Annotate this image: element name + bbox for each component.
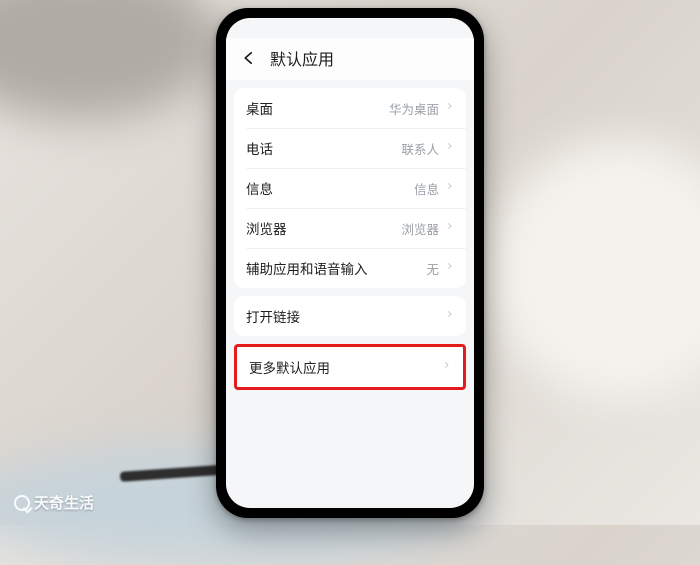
row-value: 无 (426, 259, 439, 278)
phone-frame: 默认应用 桌面 华为桌面 电话 联系人 (216, 8, 484, 518)
chevron-right-icon (445, 219, 454, 237)
row-phone[interactable]: 电话 联系人 (234, 128, 466, 168)
row-label: 浏览器 (246, 218, 287, 238)
row-more-default-apps[interactable]: 更多默认应用 (237, 347, 463, 387)
chevron-right-icon (445, 99, 454, 117)
chevron-right-icon (442, 358, 451, 376)
row-value: 联系人 (401, 139, 439, 158)
app-header: 默认应用 (226, 38, 474, 80)
row-value: 浏览器 (401, 219, 439, 238)
row-label: 信息 (246, 178, 273, 198)
row-label: 电话 (246, 138, 273, 158)
watermark: 天奇生活 (14, 492, 94, 513)
row-label: 桌面 (246, 98, 273, 118)
watermark-icon (14, 495, 30, 511)
row-assistant-voice[interactable]: 辅助应用和语音输入 无 (234, 248, 466, 288)
row-value: 信息 (414, 179, 439, 198)
background-blur (490, 140, 700, 400)
settings-group-defaults: 桌面 华为桌面 电话 联系人 信息 (234, 88, 466, 288)
background-blur (0, 0, 220, 120)
row-label: 更多默认应用 (249, 357, 330, 377)
page-title: 默认应用 (270, 46, 334, 70)
watermark-text: 天奇生活 (34, 492, 94, 513)
row-open-links[interactable]: 打开链接 (234, 296, 466, 336)
chevron-right-icon (445, 307, 454, 325)
row-label: 打开链接 (246, 306, 300, 326)
chevron-right-icon (445, 179, 454, 197)
chevron-right-icon (445, 259, 454, 277)
row-desktop[interactable]: 桌面 华为桌面 (234, 88, 466, 128)
row-label: 辅助应用和语音输入 (246, 258, 368, 278)
back-icon[interactable] (240, 49, 258, 67)
row-browser[interactable]: 浏览器 浏览器 (234, 208, 466, 248)
settings-group-links: 打开链接 (234, 296, 466, 336)
row-messages[interactable]: 信息 信息 (234, 168, 466, 208)
phone-screen: 默认应用 桌面 华为桌面 电话 联系人 (226, 18, 474, 508)
row-value: 华为桌面 (389, 99, 439, 118)
settings-group-more-defaults: 更多默认应用 (234, 344, 466, 390)
chevron-right-icon (445, 139, 454, 157)
